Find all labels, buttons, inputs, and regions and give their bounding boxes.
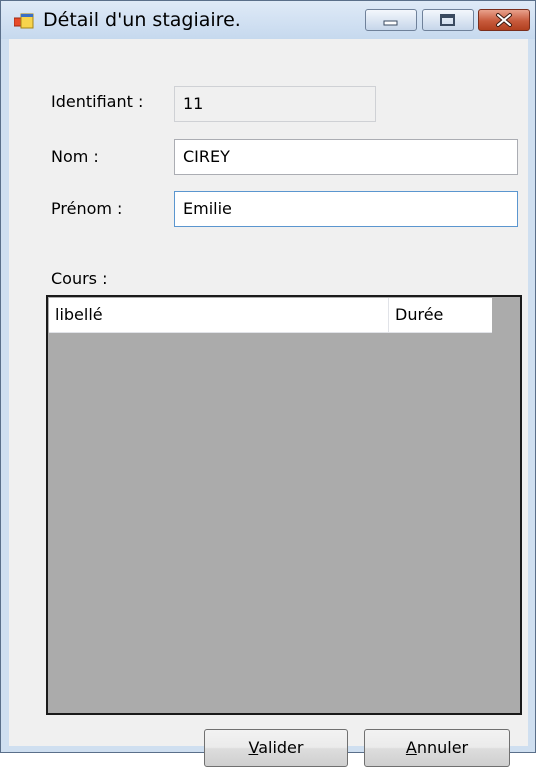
valider-label-rest: alider [258,738,304,757]
minimize-button[interactable] [365,9,417,31]
prenom-label: Prénom : [51,199,123,218]
cours-listview[interactable]: libellé Durée [46,295,522,715]
annuler-mnemonic: A [405,738,417,757]
identifiant-label: Identifiant : [51,92,144,111]
maximize-icon [440,14,455,26]
column-header-duree[interactable]: Durée [389,298,492,332]
form-body: Identifiant : 11 Nom : CIREY Prénom : Em… [9,39,528,767]
maximize-button[interactable] [422,9,474,31]
nom-field[interactable]: CIREY [174,139,518,175]
valider-button[interactable]: Valider [204,729,348,767]
app-icon [13,13,34,31]
annuler-label-rest: nnuler [416,738,469,757]
column-header-libelle[interactable]: libellé [49,298,389,332]
valider-mnemonic: V [248,738,259,757]
cours-label: Cours : [51,269,108,288]
window-title: Détail d'un stagiaire. [43,9,241,31]
identifiant-field: 11 [174,86,376,122]
title-bar[interactable]: Détail d'un stagiaire. [1,1,535,39]
close-button[interactable] [478,9,530,31]
minimize-icon [383,20,398,26]
prenom-field[interactable]: Emilie [174,191,518,227]
close-icon [496,13,512,27]
dialog-window: Détail d'un stagiaire. Identifiant : 11 … [0,0,536,767]
annuler-button[interactable]: Annuler [364,729,510,767]
nom-label: Nom : [51,147,99,166]
listview-header: libellé Durée [49,298,492,333]
